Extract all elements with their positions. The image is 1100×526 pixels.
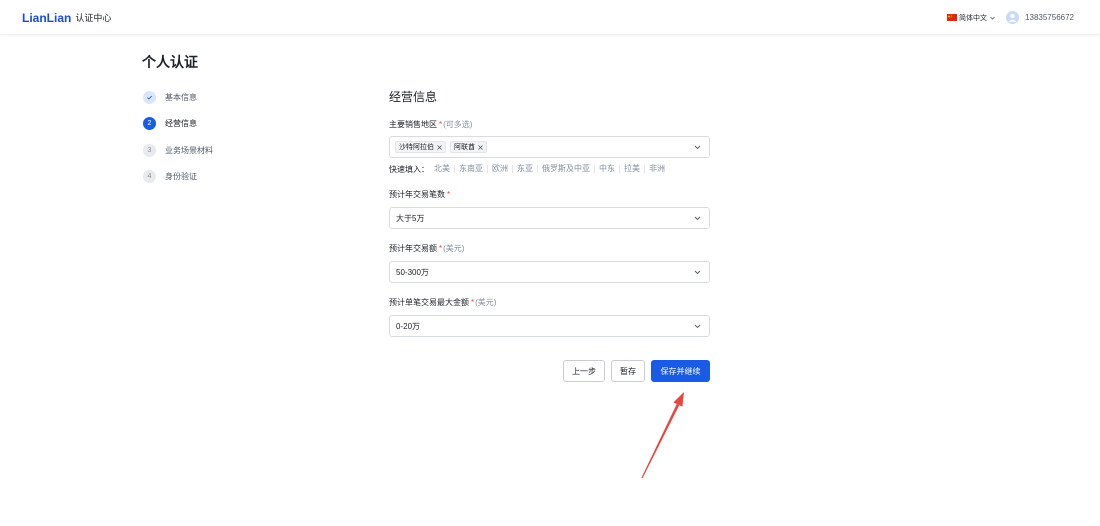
quick-fill-north-america[interactable]: 北美 [430,165,454,173]
selected-tags: 沙特阿拉伯 阿联酋 [395,141,487,153]
quick-fill-options: 北美 东南亚 欧洲 东亚 俄罗斯及中亚 中东 拉美 非洲 [430,165,669,173]
chevron-down-icon [694,145,701,150]
select-value: 大于5万 [396,213,425,223]
step-item-business-info: 2 经营信息 [143,117,213,130]
annual-amount-select[interactable]: 50-300万 [389,261,710,283]
selected-tag: 阿联酋 [450,141,487,153]
required-mark: * [439,120,443,129]
china-flag-icon [947,14,958,21]
annual-count-select[interactable]: 大于5万 [389,207,710,229]
user-avatar-icon [1006,11,1020,24]
step-item-basic-info[interactable]: 基本信息 [143,90,213,104]
tag-label: 阿联酋 [454,144,475,151]
save-and-continue-button[interactable]: 保存并继续 [651,360,710,382]
field-label-text: 预计年交易笔数 [389,190,445,199]
select-value: 0-20万 [396,321,421,331]
field-hint: (美元) [475,297,497,307]
quick-fill-row: 快速填入： 北美 东南亚 欧洲 东亚 俄罗斯及中亚 中东 拉美 非洲 [389,163,710,175]
step-number: 3 [143,143,156,157]
field-label-text: 主要销售地区 [389,120,437,129]
quick-fill-southeast-asia[interactable]: 东南亚 [454,165,487,173]
header-actions: 简体中文 13835756672 [947,0,1074,35]
progress-steps: 基本信息 2 经营信息 3 业务场景材料 4 身份验证 [143,90,213,197]
max-single-label: 预计单笔交易最大金额 * (美元) [389,297,710,309]
page-title: 个人认证 [142,54,198,70]
step-label: 基本信息 [165,92,197,102]
chevron-down-icon [990,16,995,20]
required-mark: * [439,244,443,253]
quick-fill-africa[interactable]: 非洲 [644,165,669,173]
close-icon[interactable] [478,144,483,150]
top-header: LianLian 认证中心 简体中文 13835756672 [0,0,1100,35]
sales-regions-label: 主要销售地区 * (可多选) [389,119,710,131]
quick-fill-europe[interactable]: 欧洲 [487,165,512,173]
form-actions: 上一步 暂存 保存并继续 [389,360,710,382]
previous-step-button[interactable]: 上一步 [563,360,605,382]
user-phone: 13835756672 [1025,13,1074,22]
field-hint: (美元) [443,244,465,253]
brand[interactable]: LianLian 认证中心 [22,0,111,35]
quick-fill-russia-central-asia[interactable]: 俄罗斯及中亚 [537,165,594,173]
required-mark: * [447,190,451,199]
step-number: 2 [143,117,156,130]
step-label: 身份验证 [165,172,197,181]
check-icon [143,90,156,104]
tag-label: 沙特阿拉伯 [399,144,434,151]
step-item-identity-verification: 4 身份验证 [143,170,213,183]
step-number: 4 [143,170,156,183]
max-single-select[interactable]: 0-20万 [389,315,710,337]
app-title: 认证中心 [75,13,112,23]
selected-tag: 沙特阿拉伯 [395,141,446,153]
sales-regions-multiselect[interactable]: 沙特阿拉伯 阿联酋 [389,136,710,158]
field-hint: (可多选) [443,120,473,129]
field-label-text: 预计单笔交易最大金额 [389,297,469,307]
select-value: 50-300万 [396,267,429,277]
language-switcher[interactable]: 简体中文 [947,13,995,23]
quick-fill-middle-east[interactable]: 中东 [594,165,619,173]
chevron-down-icon [694,216,701,221]
lianlian-logo[interactable]: LianLian [22,11,71,25]
chevron-down-icon [694,270,701,275]
user-menu[interactable]: 13835756672 [1006,11,1074,24]
quick-fill-label: 快速填入： [389,164,429,174]
required-mark: * [471,297,475,307]
business-info-form: 经营信息 主要销售地区 * (可多选) 沙特阿拉伯 阿联酋 快速填入： 北美 东… [389,88,710,382]
quick-fill-latin-america[interactable]: 拉美 [619,165,644,173]
chevron-down-icon [694,324,701,329]
close-icon[interactable] [437,144,442,150]
save-draft-button[interactable]: 暂存 [611,360,645,382]
quick-fill-east-asia[interactable]: 东亚 [512,165,537,173]
arrow-head [673,392,684,407]
section-title: 经营信息 [389,90,438,104]
step-label: 经营信息 [165,119,197,128]
annual-count-label: 预计年交易笔数 * [389,189,710,201]
step-label: 业务场景材料 [165,145,213,155]
annual-amount-label: 预计年交易额 * (美元) [389,243,710,255]
language-label: 简体中文 [959,14,988,22]
arrow-shaft [641,403,680,479]
step-item-scenario-materials: 3 业务场景材料 [143,143,213,157]
field-label-text: 预计年交易额 [389,244,437,253]
